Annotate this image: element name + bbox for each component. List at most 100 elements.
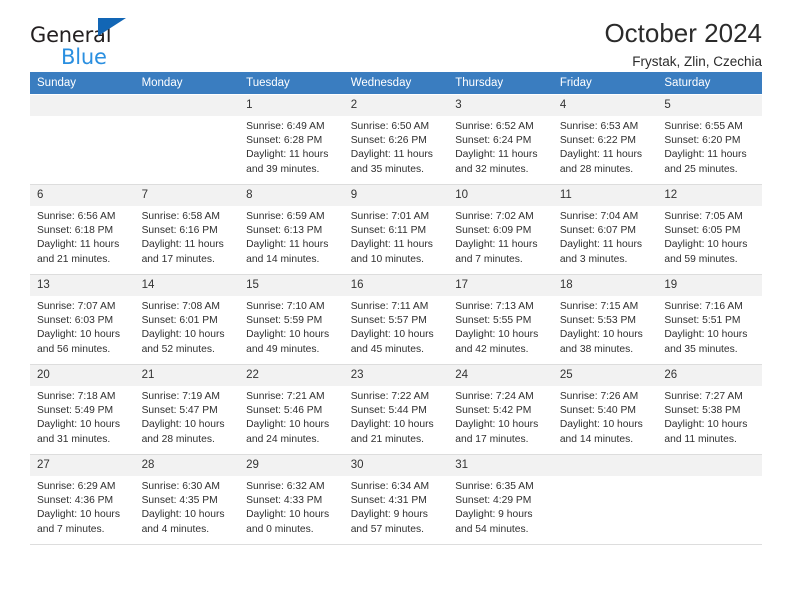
calendar-day-cell[interactable]: 24 Sunrise: 7:24 AM Sunset: 5:42 PM Dayligh…	[448, 364, 553, 455]
daylight-text-line2: and 54 minutes.	[455, 523, 529, 535]
calendar-day-cell[interactable]: 21 Sunrise: 7:19 AM Sunset: 5:47 PM Dayligh…	[134, 364, 240, 455]
day-number: 13	[30, 275, 135, 296]
daylight-text-line1: Daylight: 11 hours	[559, 239, 643, 251]
calendar-day-cell[interactable]: 8 Sunrise: 6:59 AM Sunset: 6:13 PM Daylight…	[239, 184, 344, 275]
sunrise-text: Sunrise: 6:56 AM	[37, 211, 116, 222]
daylight-text-line1: Daylight: 10 hours	[350, 419, 434, 431]
day-number: 20	[30, 365, 135, 386]
day-sun-info: Sunrise: 7:22 AM Sunset: 5:44 PM Daylight:…	[344, 386, 449, 447]
calendar-day-cell[interactable]: 22 Sunrise: 7:21 AM Sunset: 5:46 PM Dayligh…	[239, 364, 344, 455]
daylight-text-line2: and 38 minutes.	[559, 343, 634, 355]
calendar-day-cell[interactable]: 23 Sunrise: 7:22 AM Sunset: 5:44 PM Dayligh…	[343, 364, 449, 455]
sunset-text: Sunset: 6:24 PM	[455, 135, 532, 147]
sunrise-text: Sunrise: 7:15 AM	[559, 301, 639, 312]
daylight-text-line2: and 59 minutes.	[664, 253, 738, 265]
daylight-text-line1: Daylight: 11 hours	[455, 239, 538, 251]
day-number: 16	[343, 275, 449, 296]
day-number: 10	[448, 185, 553, 206]
sunset-text: Sunset: 5:55 PM	[455, 315, 532, 327]
calendar-day-cell[interactable]: 29 Sunrise: 6:32 AM Sunset: 4:33 PM Dayligh…	[239, 454, 344, 545]
calendar-day-cell[interactable]: 25 Sunrise: 7:26 AM Sunset: 5:40 PM Dayligh…	[552, 364, 658, 455]
day-number: 14	[134, 275, 240, 296]
sunset-text: Sunset: 5:44 PM	[350, 405, 427, 417]
day-sun-info: Sunrise: 7:21 AM Sunset: 5:46 PM Daylight:…	[239, 386, 344, 447]
calendar-day-cell[interactable]: 12 Sunrise: 7:05 AM Sunset: 6:05 PM Dayligh…	[657, 184, 762, 275]
day-sun-info: Sunrise: 6:30 AM Sunset: 4:35 PM Daylight:…	[135, 476, 240, 537]
day-number: 15	[239, 275, 344, 296]
calendar-day-cell[interactable]: 3 Sunrise: 6:52 AM Sunset: 6:24 PM Daylight…	[448, 94, 553, 185]
calendar-day-cell[interactable]: 27 Sunrise: 6:29 AM Sunset: 4:36 PM Dayligh…	[30, 454, 135, 545]
calendar-day-cell[interactable]: 28 Sunrise: 6:30 AM Sunset: 4:35 PM Dayligh…	[134, 454, 240, 545]
generalblue-logo[interactable]: General Blue	[30, 16, 170, 72]
sunset-text: Sunset: 5:47 PM	[141, 405, 218, 417]
daylight-text-line2: and 24 minutes.	[246, 433, 320, 445]
calendar-day-cell[interactable]: 11 Sunrise: 7:04 AM Sunset: 6:07 PM Dayligh…	[552, 184, 658, 275]
calendar-day-cell[interactable]: 14 Sunrise: 7:08 AM Sunset: 6:01 PM Dayligh…	[134, 274, 240, 365]
calendar-day-cell[interactable]: 31 Sunrise: 6:35 AM Sunset: 4:29 PM Dayligh…	[448, 454, 553, 545]
daylight-text-line1: Daylight: 10 hours	[141, 419, 225, 431]
day-sun-info: Sunrise: 6:56 AM Sunset: 6:18 PM Daylight:…	[30, 206, 135, 267]
sunset-text: Sunset: 5:49 PM	[37, 405, 114, 417]
sunset-text: Sunset: 6:28 PM	[246, 135, 323, 147]
calendar-day-cell[interactable]: 30 Sunrise: 6:34 AM Sunset: 4:31 PM Dayligh…	[343, 454, 449, 545]
sunrise-text: Sunrise: 7:01 AM	[350, 211, 430, 222]
calendar-day-cell[interactable]: 19 Sunrise: 7:16 AM Sunset: 5:51 PM Dayligh…	[657, 274, 762, 365]
daylight-text-line1: Daylight: 10 hours	[455, 419, 539, 431]
day-sun-info: Sunrise: 6:52 AM Sunset: 6:24 PM Daylight:…	[448, 116, 553, 177]
calendar-day-cell[interactable]: 16 Sunrise: 7:11 AM Sunset: 5:57 PM Dayligh…	[343, 274, 449, 365]
day-number: 11	[552, 185, 658, 206]
sunrise-text: Sunrise: 7:24 AM	[455, 391, 534, 402]
sunrise-text: Sunrise: 6:49 AM	[246, 121, 325, 132]
calendar-body: 1 Sunrise: 6:49 AM Sunset: 6:28 PM Daylight…	[30, 94, 762, 545]
day-number: 2	[343, 95, 449, 116]
calendar-day-cell[interactable]: 18 Sunrise: 7:15 AM Sunset: 5:53 PM Dayligh…	[552, 274, 658, 365]
sunset-text: Sunset: 5:38 PM	[664, 405, 741, 417]
weekday-header-friday: Friday	[552, 72, 658, 95]
calendar-week-row: 1 Sunrise: 6:49 AM Sunset: 6:28 PM Daylight…	[30, 94, 762, 185]
daylight-text-line2: and 7 minutes.	[455, 253, 523, 265]
calendar-day-cell[interactable]: 7 Sunrise: 6:58 AM Sunset: 6:16 PM Daylight…	[134, 184, 240, 275]
calendar-day-cell[interactable]: 2 Sunrise: 6:50 AM Sunset: 6:26 PM Daylight…	[343, 94, 449, 185]
calendar-day-cell[interactable]: 17 Sunrise: 7:13 AM Sunset: 5:55 PM Dayligh…	[448, 274, 553, 365]
sunrise-text: Sunrise: 6:50 AM	[350, 121, 430, 132]
calendar-day-cell[interactable]: 15 Sunrise: 7:10 AM Sunset: 5:59 PM Dayligh…	[239, 274, 344, 365]
day-sun-info: Sunrise: 7:10 AM Sunset: 5:59 PM Daylight:…	[239, 296, 344, 357]
calendar-day-cell[interactable]: 5 Sunrise: 6:55 AM Sunset: 6:20 PM Daylight…	[657, 94, 762, 185]
daylight-text-line1: Daylight: 10 hours	[664, 239, 748, 251]
day-sun-info: Sunrise: 6:34 AM Sunset: 4:31 PM Daylight:…	[344, 476, 449, 537]
sunrise-text: Sunrise: 6:32 AM	[246, 481, 325, 492]
daylight-text-line1: Daylight: 10 hours	[350, 329, 434, 341]
day-sun-info: Sunrise: 7:18 AM Sunset: 5:49 PM Daylight:…	[30, 386, 135, 447]
title-block: October 2024 Frystak, Zlin, Czechia	[604, 16, 762, 72]
calendar-day-cell[interactable]: 13 Sunrise: 7:07 AM Sunset: 6:03 PM Dayligh…	[30, 274, 135, 365]
daylight-text-line2: and 14 minutes.	[246, 253, 320, 265]
calendar-day-cell[interactable]: 1 Sunrise: 6:49 AM Sunset: 6:28 PM Daylight…	[239, 94, 344, 185]
sunrise-text: Sunrise: 7:02 AM	[455, 211, 534, 222]
sunset-text: Sunset: 6:13 PM	[246, 225, 323, 237]
daylight-text-line1: Daylight: 11 hours	[246, 149, 329, 161]
calendar-day-cell[interactable]: 20 Sunrise: 7:18 AM Sunset: 5:49 PM Dayligh…	[30, 364, 135, 455]
daylight-text-line2: and 28 minutes.	[141, 433, 215, 445]
logo-text-blue: Blue	[61, 45, 107, 69]
calendar-day-cell[interactable]: 26 Sunrise: 7:27 AM Sunset: 5:38 PM Dayligh…	[657, 364, 762, 455]
daylight-text-line1: Daylight: 10 hours	[37, 329, 120, 341]
calendar-day-cell[interactable]: 4 Sunrise: 6:53 AM Sunset: 6:22 PM Daylight…	[552, 94, 658, 185]
sunset-text: Sunset: 5:53 PM	[559, 315, 636, 327]
sunset-text: Sunset: 5:51 PM	[664, 315, 741, 327]
calendar-day-cell[interactable]: 10 Sunrise: 7:02 AM Sunset: 6:09 PM Dayligh…	[448, 184, 553, 275]
day-sun-info: Sunrise: 7:27 AM Sunset: 5:38 PM Daylight:…	[657, 386, 762, 447]
day-sun-info: Sunrise: 7:13 AM Sunset: 5:55 PM Daylight:…	[448, 296, 553, 357]
daylight-text-line2: and 4 minutes.	[141, 523, 210, 535]
day-number	[657, 455, 762, 476]
daylight-text-line1: Daylight: 11 hours	[37, 239, 120, 251]
weekday-header-monday: Monday	[134, 72, 240, 95]
sunrise-text: Sunrise: 6:30 AM	[141, 481, 220, 492]
daylight-text-line1: Daylight: 11 hours	[350, 149, 433, 161]
daylight-text-line1: Daylight: 10 hours	[246, 509, 330, 521]
calendar-day-cell[interactable]: 9 Sunrise: 7:01 AM Sunset: 6:11 PM Daylight…	[343, 184, 449, 275]
calendar-day-cell[interactable]: 6 Sunrise: 6:56 AM Sunset: 6:18 PM Daylight…	[30, 184, 135, 275]
day-sun-info: Sunrise: 7:24 AM Sunset: 5:42 PM Daylight:…	[448, 386, 553, 447]
day-number: 6	[30, 185, 135, 206]
weekday-header-thursday: Thursday	[448, 72, 553, 95]
day-sun-info: Sunrise: 7:08 AM Sunset: 6:01 PM Daylight:…	[135, 296, 240, 357]
